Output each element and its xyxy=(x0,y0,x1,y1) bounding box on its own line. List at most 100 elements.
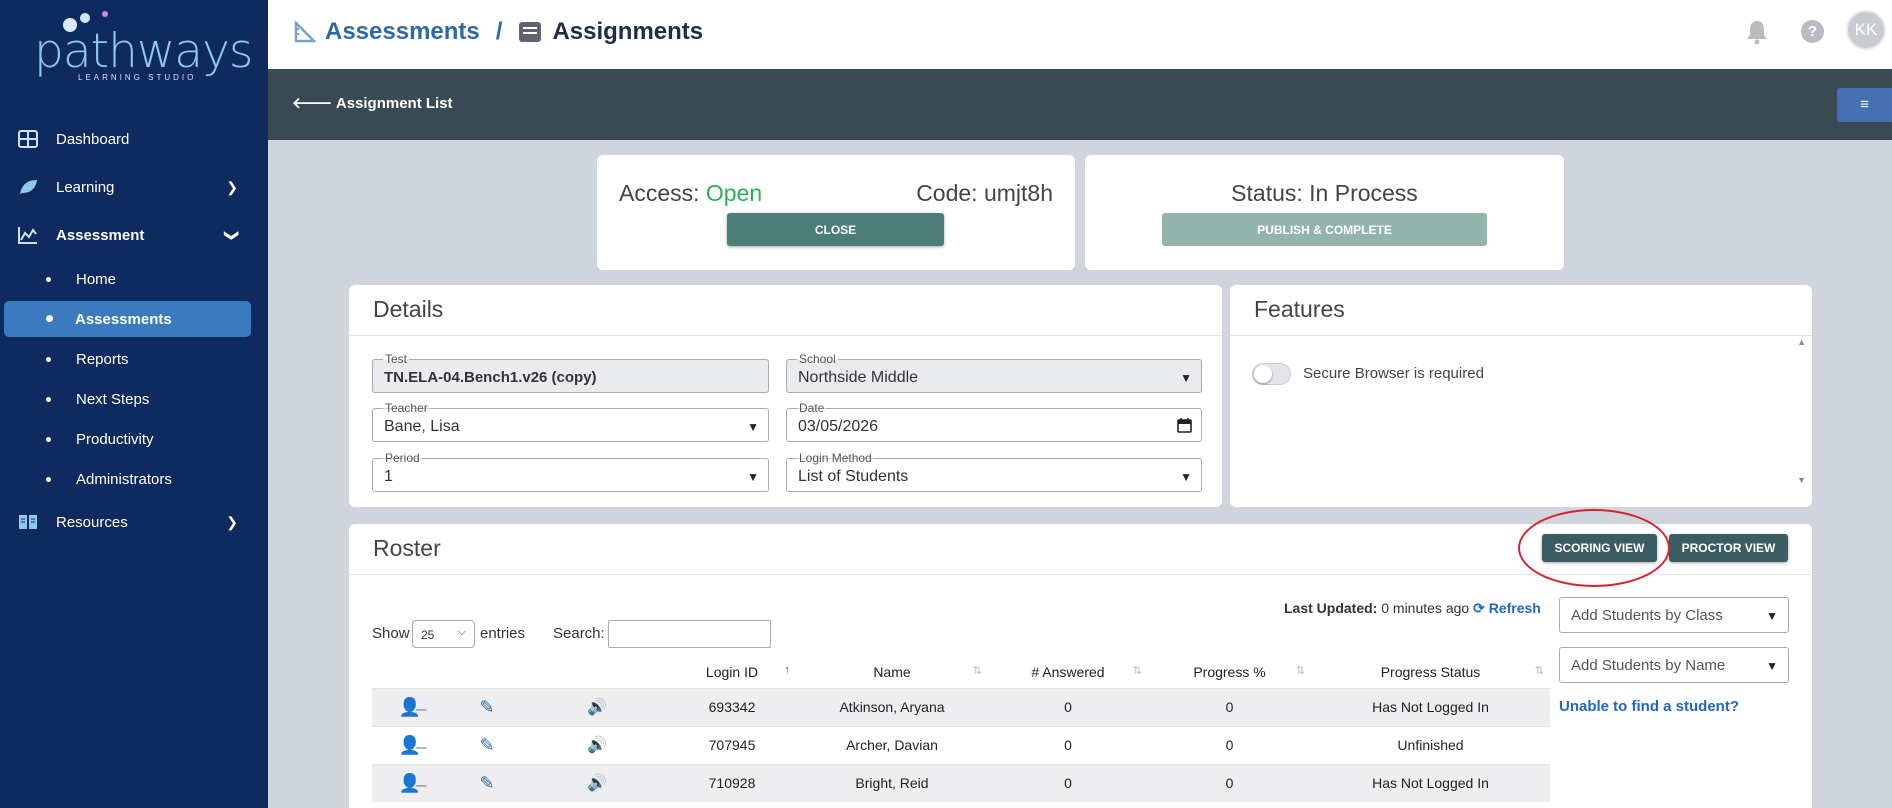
nav-label: Learning xyxy=(56,178,115,196)
progress-cell: 0 xyxy=(1148,763,1311,802)
back-link[interactable]: 🡐 Assignment List xyxy=(292,93,453,112)
nav-label: Dashboard xyxy=(56,130,130,148)
caret-down-icon: ▼ xyxy=(1180,470,1192,484)
page-title: Assignments xyxy=(552,18,704,45)
subnav-assessments[interactable]: Assessments xyxy=(4,301,251,337)
edit-icon[interactable]: ✎ xyxy=(448,763,526,802)
back-link-label: Assignment List xyxy=(335,95,453,112)
avatar[interactable]: KK xyxy=(1846,10,1886,50)
pathways-logo[interactable]: pathways LEARNING STUDIO xyxy=(30,10,253,82)
nav-label: Resources xyxy=(56,513,128,531)
toggle-knob xyxy=(1254,365,1272,383)
unable-to-find-link[interactable]: Unable to find a student? xyxy=(1559,698,1739,715)
secure-browser-toggle[interactable] xyxy=(1252,363,1291,385)
leaf-icon xyxy=(20,180,37,194)
edit-icon[interactable]: ✎ xyxy=(448,725,526,764)
nav-learning[interactable]: Learning ❯ xyxy=(0,167,268,207)
add-by-name-select[interactable]: Add Students by Name ▼ xyxy=(1559,647,1789,683)
subnav-next-steps[interactable]: Next Steps xyxy=(0,381,268,417)
column-header-login-id[interactable]: Login ID ↑⁣ xyxy=(668,656,796,688)
logo-subtitle: LEARNING STUDIO xyxy=(78,73,197,82)
speaker-icon[interactable]: 🔊 xyxy=(526,687,668,726)
bullet-icon xyxy=(46,477,51,482)
table-header-row: Login ID ↑⁣ Name ⇅ # Answered ⇅ Progress % ⇅… xyxy=(372,656,1550,688)
nav-dashboard[interactable]: Dashboard xyxy=(0,119,268,159)
entries-label: entries xyxy=(480,625,526,642)
chevron-right-icon: ❯ xyxy=(226,178,238,195)
table-row: 👤̶ ✎ 🔊 710928 Bright, Reid 0 0 Has Not L… xyxy=(372,763,1550,802)
school-select[interactable]: School Northside Middle ▼ xyxy=(786,352,1202,393)
answered-cell: 0 xyxy=(988,725,1148,764)
subnav-label: Administrators xyxy=(76,470,172,488)
remove-user-icon[interactable]: 👤̶ xyxy=(372,763,448,802)
status-cell: Unfinished xyxy=(1311,725,1550,764)
sort-icon: ⇅ xyxy=(1534,665,1544,677)
column-header-name[interactable]: Name ⇅ xyxy=(796,656,988,688)
speaker-icon[interactable]: 🔊 xyxy=(526,763,668,802)
subnav-home[interactable]: Home xyxy=(0,261,268,297)
dashboard-icon xyxy=(18,130,38,148)
top-bar: Assessments / Assignments ? KK xyxy=(268,0,1892,69)
column-header-progress[interactable]: Progress % ⇅ xyxy=(1148,656,1311,688)
name-cell: Bright, Reid xyxy=(796,763,988,802)
code-label: Code: xyxy=(916,180,978,206)
roster-table: Login ID ↑⁣ Name ⇅ # Answered ⇅ Progress % ⇅… xyxy=(372,656,1550,802)
login-id-cell: 710928 xyxy=(668,763,796,802)
period-select[interactable]: Period 1 ▼ xyxy=(372,451,769,492)
chevron-down-icon: ⌵ xyxy=(457,626,466,638)
last-updated: Last Updated: 0 minutes ago ⟳ Refresh xyxy=(1284,600,1541,617)
access-code: Code: umjt8h xyxy=(916,180,1053,207)
annotation-circle xyxy=(1518,509,1670,587)
answered-cell: 0 xyxy=(988,687,1148,726)
logo-wordmark: pathways xyxy=(34,24,253,79)
nav-resources[interactable]: Resources ❯ xyxy=(0,502,268,542)
bullet-icon xyxy=(46,397,51,402)
roster-title: Roster xyxy=(373,535,441,561)
login-id-cell: 707945 xyxy=(668,725,796,764)
details-card: Details Test TN.ELA-04.Bench1.v26 (copy)… xyxy=(349,285,1222,507)
test-label: Test xyxy=(383,352,410,366)
close-button[interactable]: CLOSE xyxy=(727,213,944,246)
search-label: Search: xyxy=(553,625,605,642)
column-header-status[interactable]: Progress Status ⇅ xyxy=(1311,656,1550,688)
subnav-reports[interactable]: Reports xyxy=(0,341,268,377)
login-method-value: List of Students xyxy=(798,468,909,485)
entries-select[interactable]: 25 ⌵ xyxy=(412,620,475,648)
scroll-up-icon[interactable]: ▲ xyxy=(1797,337,1806,347)
nav-assessment[interactable]: Assessment ❯ xyxy=(0,215,268,255)
add-by-class-placeholder: Add Students by Class xyxy=(1571,607,1723,624)
column-label: Name xyxy=(873,663,911,680)
breadcrumb-assessments[interactable]: Assessments xyxy=(325,18,480,46)
remove-user-icon[interactable]: 👤̶ xyxy=(372,687,448,726)
proctor-view-button[interactable]: PROCTOR VIEW xyxy=(1669,534,1788,562)
refresh-link[interactable]: ⟳ Refresh xyxy=(1473,600,1541,616)
add-by-class-select[interactable]: Add Students by Class ▼ xyxy=(1559,597,1789,633)
school-label: School xyxy=(797,352,838,366)
menu-button[interactable]: ≡ xyxy=(1837,88,1892,122)
caret-down-icon: ▼ xyxy=(1766,609,1778,623)
date-field[interactable]: Date 03/05/2026 xyxy=(786,401,1202,442)
subnav-productivity[interactable]: Productivity xyxy=(0,421,268,457)
speaker-icon[interactable]: 🔊 xyxy=(526,725,668,764)
remove-user-icon[interactable]: 👤̶ xyxy=(372,725,448,764)
help-icon[interactable]: ? xyxy=(1801,20,1824,43)
calendar-icon[interactable] xyxy=(1177,417,1192,433)
status-cell: Has Not Logged In xyxy=(1311,687,1550,726)
column-header-edit xyxy=(448,656,526,688)
caret-down-icon: ▼ xyxy=(747,420,759,434)
publish-complete-button[interactable]: PUBLISH & COMPLETE xyxy=(1162,213,1487,246)
login-id-cell: 693342 xyxy=(668,687,796,726)
bell-icon[interactable] xyxy=(1745,19,1769,45)
subnav-administrators[interactable]: Administrators xyxy=(0,461,268,497)
features-card: Features Secure Browser is required ▲ ▼ xyxy=(1230,285,1812,507)
period-label: Period xyxy=(383,451,422,465)
login-method-select[interactable]: Login Method List of Students ▼ xyxy=(786,451,1202,492)
edit-icon[interactable]: ✎ xyxy=(448,687,526,726)
search-input[interactable] xyxy=(608,620,771,648)
nav-label: Assessment xyxy=(56,226,145,244)
scroll-down-icon[interactable]: ▼ xyxy=(1797,475,1806,485)
column-header-answered[interactable]: # Answered ⇅ xyxy=(988,656,1148,688)
sort-icon: ⇅ xyxy=(972,665,982,677)
teacher-select[interactable]: Teacher Bane, Lisa ▼ xyxy=(372,401,769,442)
name-cell: Archer, Davian xyxy=(796,725,988,764)
